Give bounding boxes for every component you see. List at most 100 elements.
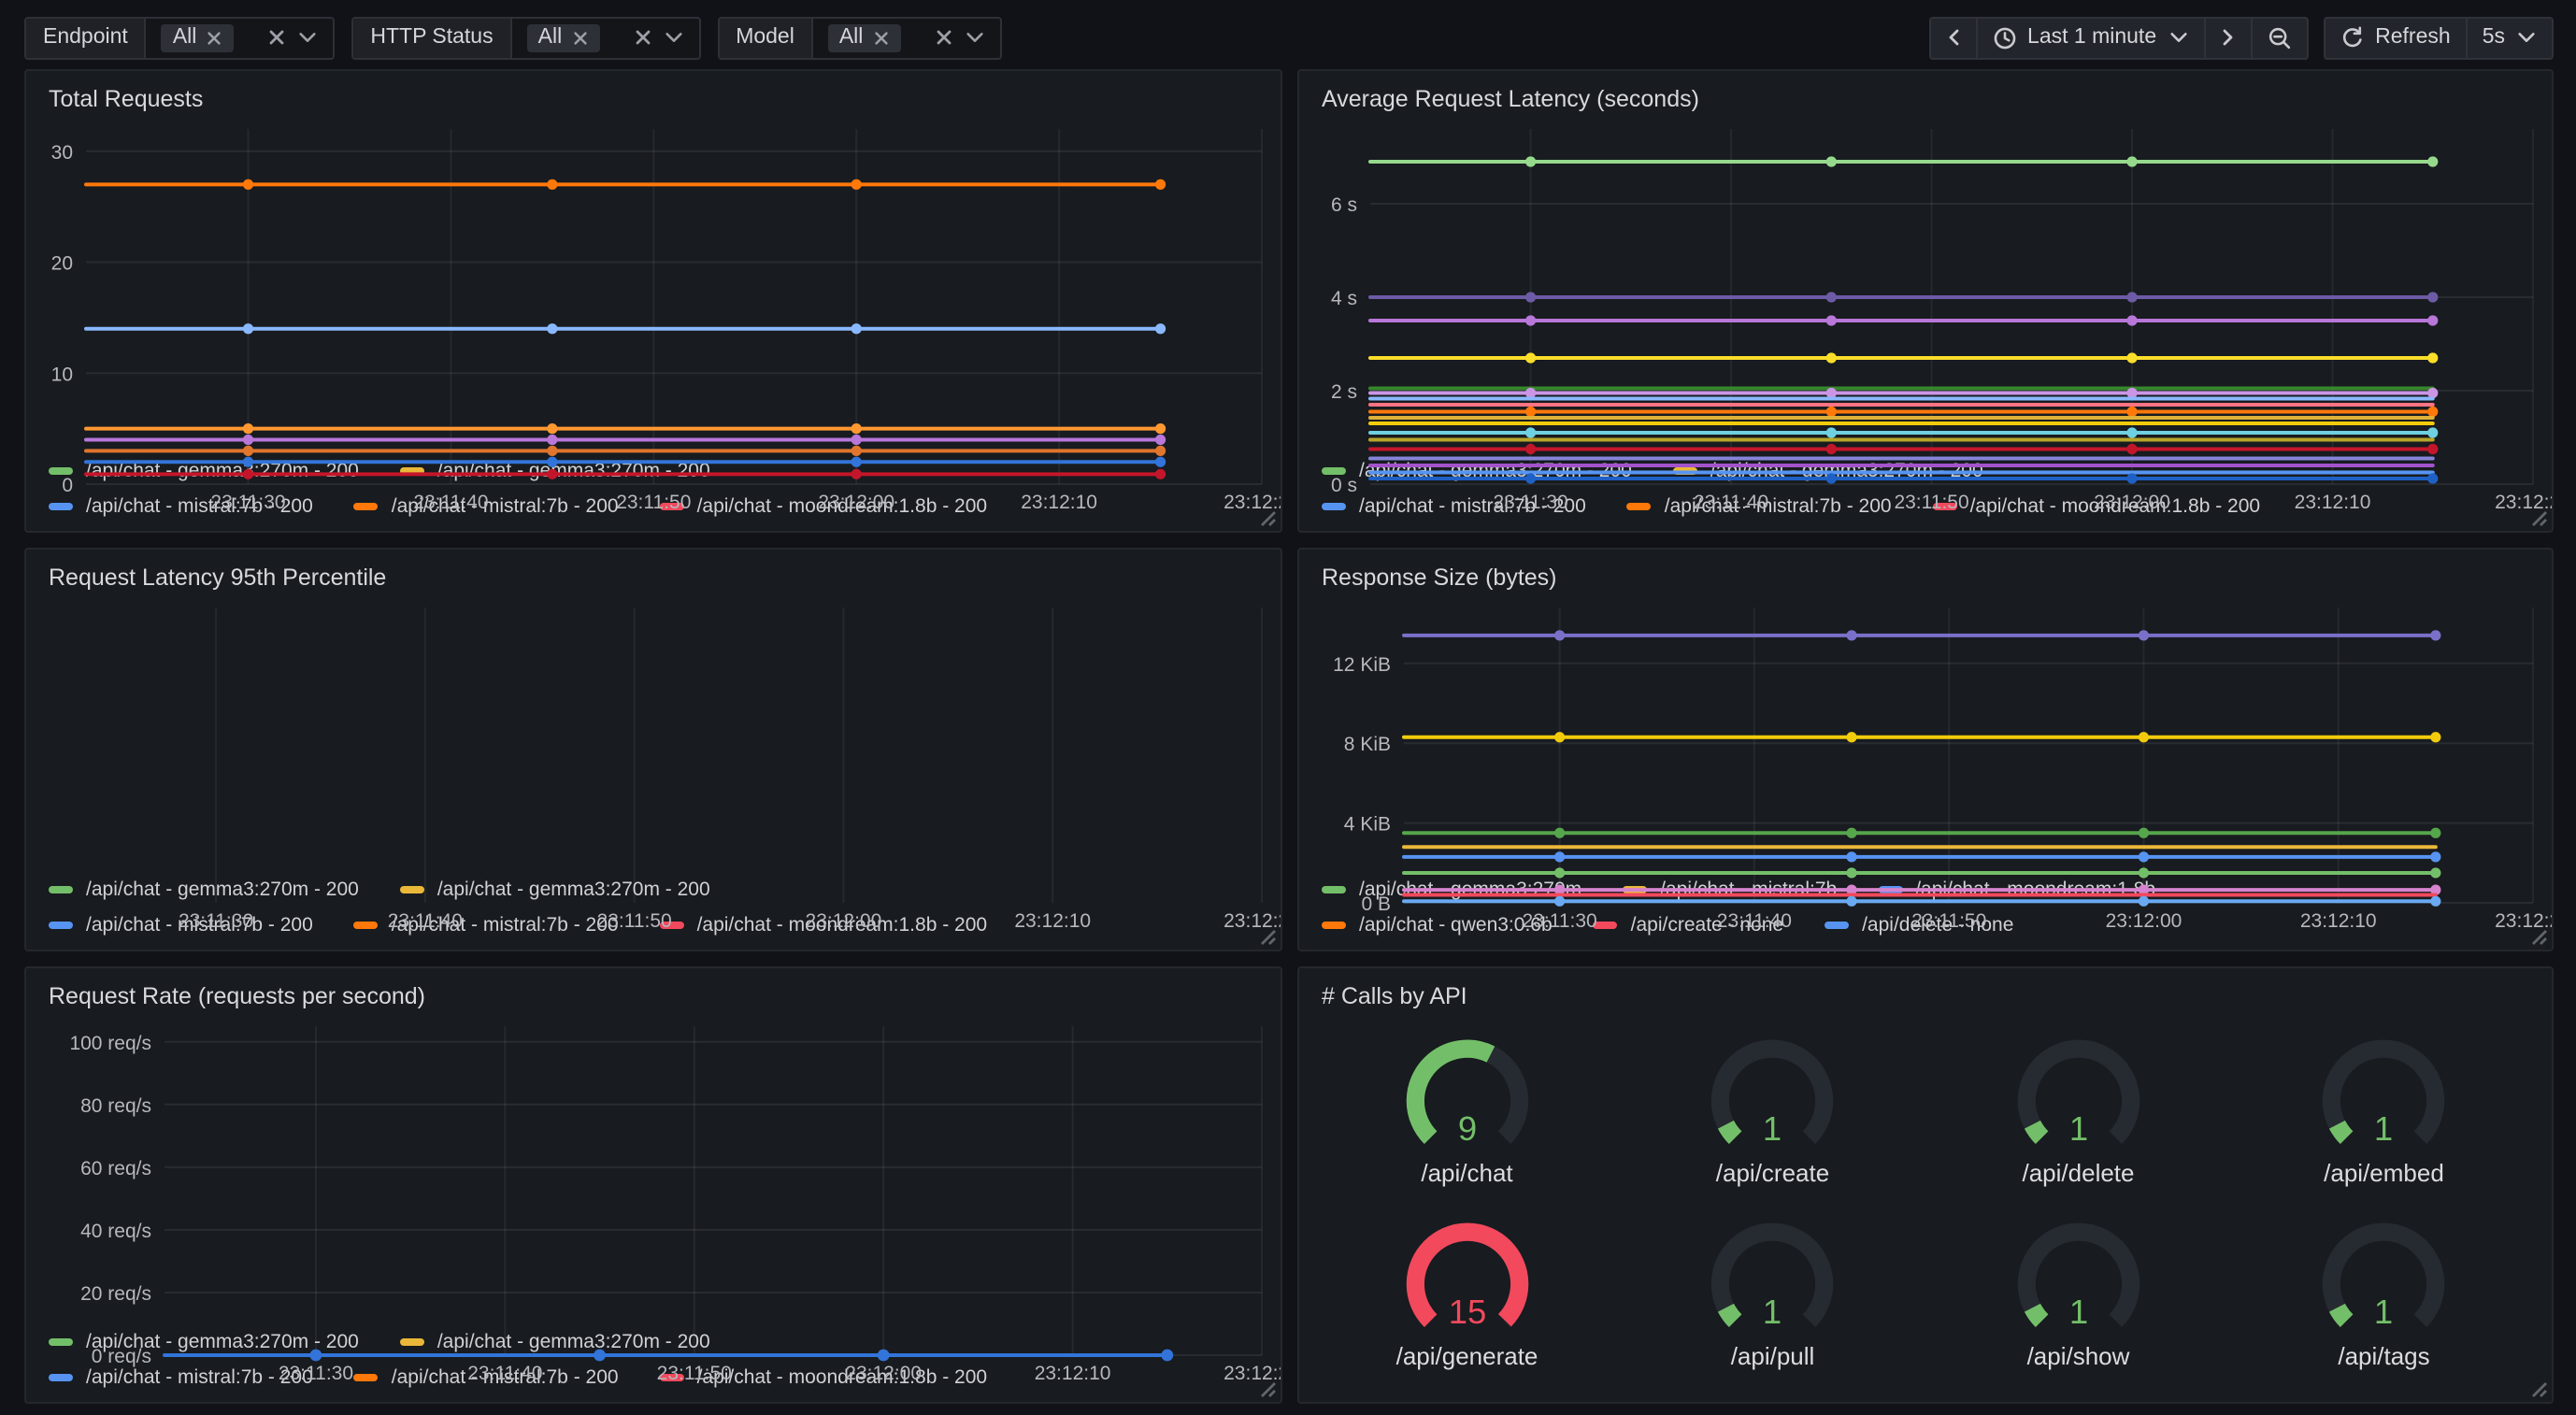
panel-resize-handle[interactable] bbox=[1258, 508, 1277, 527]
time-shift-forward-button[interactable] bbox=[2203, 16, 2252, 59]
series-point[interactable] bbox=[1525, 292, 1536, 302]
chart-canvas[interactable]: 23:11:3023:11:4023:11:5023:12:0023:12:10… bbox=[26, 596, 1281, 935]
zoom-out-time-button[interactable] bbox=[2250, 16, 2308, 59]
series-point[interactable] bbox=[2126, 292, 2137, 302]
series-point[interactable] bbox=[310, 1350, 322, 1362]
series-point[interactable] bbox=[1155, 179, 1166, 190]
timeseries-chart[interactable]: 23:11:3023:11:4023:11:5023:12:0023:12:10… bbox=[1299, 118, 2552, 458]
clear-filter-icon[interactable] bbox=[633, 28, 651, 47]
panel-resize-handle[interactable] bbox=[2529, 1379, 2548, 1398]
series-point[interactable] bbox=[1155, 323, 1166, 334]
series-point[interactable] bbox=[1525, 473, 1536, 483]
remove-filter-value-icon[interactable] bbox=[206, 29, 222, 46]
series-point[interactable] bbox=[852, 179, 862, 190]
gauge[interactable]: 1/api/embed bbox=[2231, 1019, 2537, 1201]
series-point[interactable] bbox=[243, 323, 253, 334]
timeseries-chart[interactable]: 23:11:3023:11:4023:11:5023:12:0023:12:10… bbox=[26, 596, 1281, 877]
series-point[interactable] bbox=[1155, 469, 1166, 479]
panel-resize-handle[interactable] bbox=[1258, 927, 1277, 946]
series-point[interactable] bbox=[594, 1350, 606, 1362]
series-point[interactable] bbox=[1155, 423, 1166, 434]
series-point[interactable] bbox=[1826, 444, 1837, 454]
series-point[interactable] bbox=[1826, 407, 1837, 417]
chart-canvas[interactable]: 23:11:3023:11:4023:11:5023:12:0023:12:10… bbox=[1299, 118, 2552, 516]
series-point[interactable] bbox=[547, 446, 557, 456]
filter-http-status[interactable]: HTTP Status All bbox=[351, 16, 700, 59]
series-point[interactable] bbox=[1846, 828, 1856, 838]
filter-model[interactable]: Model All bbox=[717, 16, 1001, 59]
filter-chip[interactable]: All bbox=[162, 23, 235, 51]
panel-title[interactable]: # Calls by API bbox=[1299, 968, 2552, 1015]
series-point[interactable] bbox=[2126, 473, 2137, 483]
series-point[interactable] bbox=[1525, 156, 1536, 166]
series-point[interactable] bbox=[1846, 732, 1856, 742]
series-point[interactable] bbox=[2139, 851, 2149, 862]
remove-filter-value-icon[interactable] bbox=[872, 29, 889, 46]
series-point[interactable] bbox=[852, 435, 862, 445]
series-point[interactable] bbox=[243, 446, 253, 456]
series-point[interactable] bbox=[878, 1350, 890, 1362]
series-point[interactable] bbox=[2139, 630, 2149, 640]
series-point[interactable] bbox=[1554, 851, 1565, 862]
series-point[interactable] bbox=[2139, 732, 2149, 742]
series-point[interactable] bbox=[2427, 352, 2438, 363]
series-point[interactable] bbox=[1155, 435, 1166, 445]
series-point[interactable] bbox=[2139, 896, 2149, 907]
gauge[interactable]: 1/api/delete bbox=[1925, 1019, 2231, 1201]
chevron-down-icon[interactable] bbox=[663, 30, 683, 45]
series-point[interactable] bbox=[1846, 867, 1856, 878]
refresh-button[interactable]: Refresh bbox=[2323, 16, 2468, 59]
time-range-picker-button[interactable]: Last 1 minute bbox=[1975, 16, 2205, 59]
panel-resize-handle[interactable] bbox=[1258, 1379, 1277, 1398]
series-point[interactable] bbox=[852, 469, 862, 479]
gauge[interactable]: 9/api/chat bbox=[1314, 1019, 1620, 1201]
series-point[interactable] bbox=[2126, 444, 2137, 454]
series-point[interactable] bbox=[1554, 896, 1565, 907]
series-point[interactable] bbox=[2427, 427, 2438, 437]
chevron-down-icon[interactable] bbox=[297, 30, 318, 45]
series-point[interactable] bbox=[243, 423, 253, 434]
filter-chip[interactable]: All bbox=[527, 23, 600, 51]
series-point[interactable] bbox=[547, 179, 557, 190]
series-point[interactable] bbox=[2430, 896, 2440, 907]
series-point[interactable] bbox=[2139, 867, 2149, 878]
series-point[interactable] bbox=[2427, 407, 2438, 417]
series-point[interactable] bbox=[547, 423, 557, 434]
gauge[interactable]: 1/api/show bbox=[1925, 1201, 2231, 1383]
series-point[interactable] bbox=[852, 423, 862, 434]
series-point[interactable] bbox=[852, 323, 862, 334]
series-point[interactable] bbox=[1554, 828, 1565, 838]
series-point[interactable] bbox=[2427, 388, 2438, 398]
panel-title[interactable]: Request Rate (requests per second) bbox=[26, 968, 1281, 1015]
series-point[interactable] bbox=[1846, 851, 1856, 862]
series-point[interactable] bbox=[547, 323, 557, 334]
series-point[interactable] bbox=[2427, 444, 2438, 454]
series-point[interactable] bbox=[1525, 427, 1536, 437]
series-point[interactable] bbox=[1554, 867, 1565, 878]
timeseries-chart[interactable]: 23:11:3023:11:4023:11:5023:12:0023:12:10… bbox=[26, 1015, 1281, 1329]
gauge[interactable]: 1/api/create bbox=[1620, 1019, 1925, 1201]
series-point[interactable] bbox=[1826, 352, 1837, 363]
series-point[interactable] bbox=[2430, 732, 2440, 742]
series-point[interactable] bbox=[2126, 352, 2137, 363]
series-point[interactable] bbox=[2427, 156, 2438, 166]
chart-canvas[interactable]: 23:11:3023:11:4023:11:5023:12:0023:12:10… bbox=[26, 1015, 1281, 1387]
series-point[interactable] bbox=[1161, 1350, 1173, 1362]
time-shift-back-button[interactable] bbox=[1928, 16, 1977, 59]
clear-filter-icon[interactable] bbox=[934, 28, 952, 47]
series-point[interactable] bbox=[243, 179, 253, 190]
chart-canvas[interactable]: 23:11:3023:11:4023:11:5023:12:0023:12:10… bbox=[26, 118, 1281, 516]
series-point[interactable] bbox=[2430, 828, 2440, 838]
filter-endpoint[interactable]: Endpoint All bbox=[24, 16, 335, 59]
series-point[interactable] bbox=[2430, 851, 2440, 862]
series-point[interactable] bbox=[2430, 630, 2440, 640]
series-point[interactable] bbox=[1846, 630, 1856, 640]
series-point[interactable] bbox=[2430, 867, 2440, 878]
series-point[interactable] bbox=[1155, 457, 1166, 467]
series-point[interactable] bbox=[2126, 427, 2137, 437]
timeseries-chart[interactable]: 23:11:3023:11:4023:11:5023:12:0023:12:10… bbox=[1299, 596, 2552, 877]
series-point[interactable] bbox=[1826, 388, 1837, 398]
series-point[interactable] bbox=[1554, 630, 1565, 640]
series-point[interactable] bbox=[1554, 732, 1565, 742]
series-point[interactable] bbox=[2427, 315, 2438, 325]
